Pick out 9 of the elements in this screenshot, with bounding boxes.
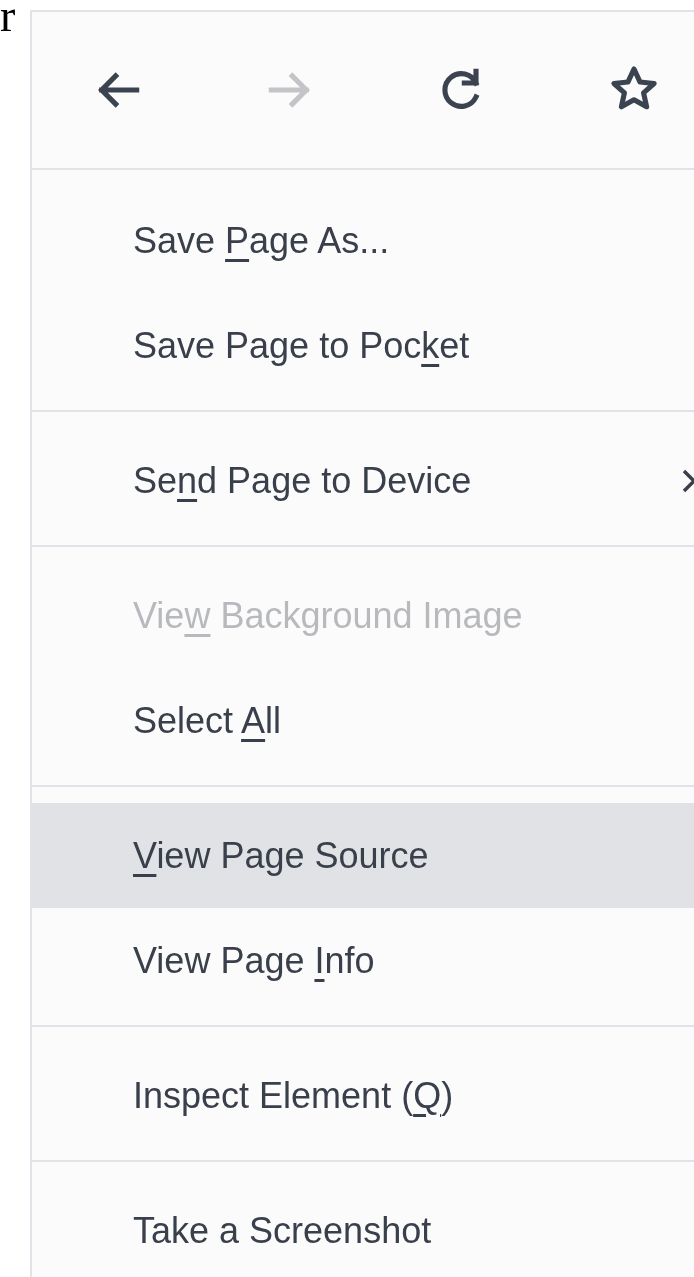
menu-item[interactable]: Inspect Element (Q): [32, 1043, 694, 1148]
menu-item[interactable]: Send Page to Device: [32, 428, 694, 533]
menu-item[interactable]: Select All: [32, 668, 694, 773]
menu-item[interactable]: Save Page to Pocket: [32, 293, 694, 398]
menu-item[interactable]: View Page Info: [32, 908, 694, 1013]
menu-item[interactable]: View Page Source: [32, 803, 694, 908]
page-text: r: [0, 0, 16, 36]
menu-item[interactable]: Save Page As...: [32, 188, 694, 293]
menu-item[interactable]: Take a Screenshot: [32, 1178, 694, 1277]
